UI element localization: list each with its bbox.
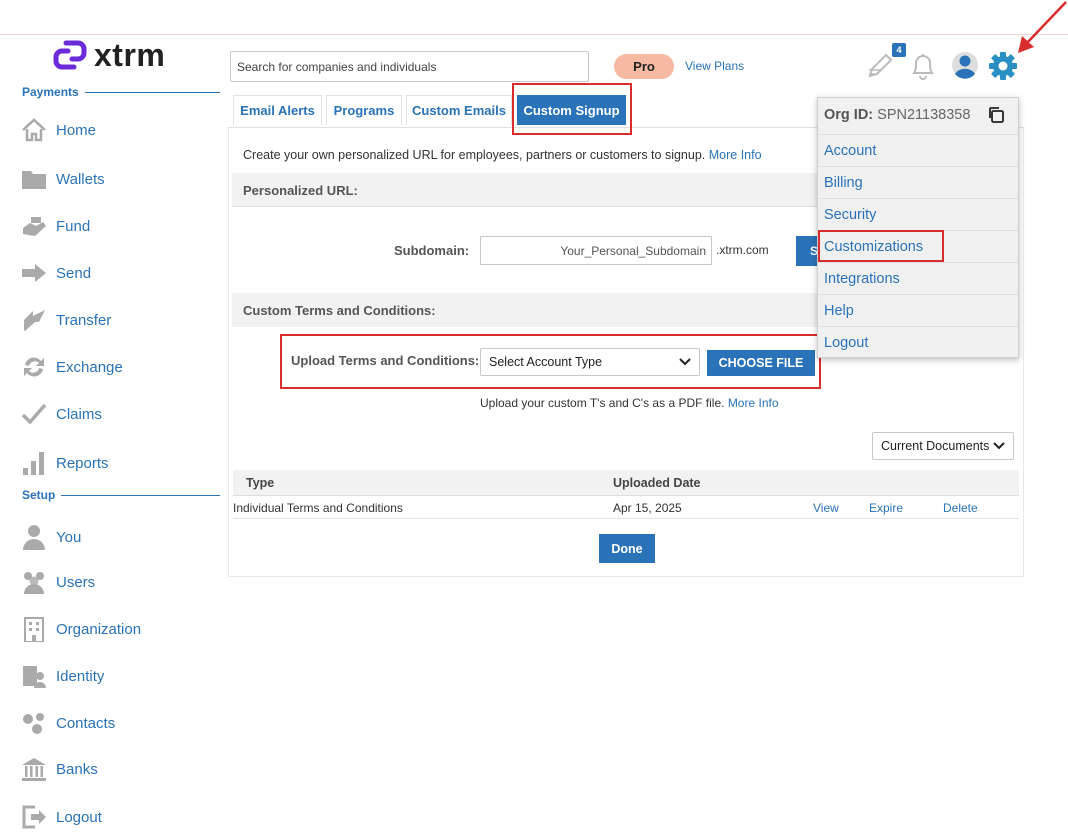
documents-filter-select[interactable]: Current Documents <box>872 432 1014 460</box>
view-plans-link[interactable]: View Plans <box>685 59 744 73</box>
bar-chart-icon <box>20 449 48 477</box>
annotation-arrow <box>1018 1 1067 53</box>
top-divider <box>0 34 1068 35</box>
done-button[interactable]: Done <box>599 534 655 563</box>
menu-item-customizations[interactable]: Customizations <box>818 230 1018 262</box>
menu-item-account[interactable]: Account <box>818 134 1018 166</box>
sidebar-item-identity[interactable]: Identity <box>20 662 104 690</box>
hand-money-icon <box>20 212 48 240</box>
menu-item-integrations[interactable]: Integrations <box>818 262 1018 294</box>
delete-document-link[interactable]: Delete <box>943 501 978 515</box>
notification-count-badge: 4 <box>892 43 906 57</box>
sidebar-item-organization[interactable]: Organization <box>20 615 141 643</box>
avatar-icon <box>952 52 978 79</box>
menu-item-help[interactable]: Help <box>818 294 1018 326</box>
users-icon <box>20 568 48 596</box>
notifications-button[interactable] <box>908 51 938 81</box>
tab-email-alerts[interactable]: Email Alerts <box>233 95 322 125</box>
building-icon <box>20 615 48 643</box>
chevron-down-icon <box>679 358 691 366</box>
sidebar-item-banks[interactable]: Banks <box>20 755 98 783</box>
brand-logo[interactable]: xtrm <box>52 39 165 71</box>
row-date: Apr 15, 2025 <box>613 501 682 515</box>
user-icon <box>20 523 48 551</box>
plan-badge: Pro <box>614 54 674 79</box>
bell-icon <box>912 54 934 80</box>
menu-item-billing[interactable]: Billing <box>818 166 1018 198</box>
more-info-link[interactable]: More Info <box>709 148 762 162</box>
profile-button[interactable] <box>951 51 979 79</box>
logout-icon <box>20 803 48 831</box>
upload-more-info-link[interactable]: More Info <box>728 396 779 410</box>
table-row-divider <box>233 518 1019 519</box>
arrow-right-icon <box>20 259 48 287</box>
exchange-icon <box>20 353 48 381</box>
choose-file-button[interactable]: CHOOSE FILE <box>707 350 815 376</box>
bank-icon <box>20 755 48 783</box>
home-icon <box>20 116 48 144</box>
folder-icon <box>20 165 48 193</box>
column-type: Type <box>246 476 275 490</box>
account-type-select[interactable]: Select Account Type <box>480 348 700 376</box>
sidebar-item-claims[interactable]: Claims <box>20 400 102 428</box>
sidebar-item-transfer[interactable]: Transfer <box>20 306 111 334</box>
expire-document-link[interactable]: Expire <box>869 501 903 515</box>
brand-name: xtrm <box>94 37 166 73</box>
view-document-link[interactable]: View <box>813 501 839 515</box>
sidebar-item-exchange[interactable]: Exchange <box>20 353 123 381</box>
upload-note: Upload your custom T's and C's as a PDF … <box>480 396 779 410</box>
sidebar-item-users[interactable]: Users <box>20 568 95 596</box>
signup-description: Create your own personalized URL for emp… <box>243 148 762 162</box>
sidebar-item-send[interactable]: Send <box>20 259 91 287</box>
sidebar-item-logout[interactable]: Logout <box>20 803 102 831</box>
chevron-down-icon <box>993 442 1005 450</box>
sidebar-item-wallets[interactable]: Wallets <box>20 165 105 193</box>
sidebar-item-reports[interactable]: Reports <box>20 449 109 477</box>
checkmark-icon <box>20 400 48 428</box>
sidebar-item-home[interactable]: Home <box>20 116 96 144</box>
transfer-arrow-icon <box>20 306 48 334</box>
row-type: Individual Terms and Conditions <box>233 501 403 515</box>
subdomain-label: Subdomain: <box>394 243 470 258</box>
contacts-icon <box>20 709 48 737</box>
subdomain-input[interactable] <box>480 236 712 265</box>
sidebar-section-payments: Payments <box>22 85 220 99</box>
sidebar-section-setup: Setup <box>22 488 220 502</box>
menu-item-logout[interactable]: Logout <box>818 326 1018 358</box>
tab-custom-signup[interactable]: Custom Signup <box>517 95 626 125</box>
sidebar-item-contacts[interactable]: Contacts <box>20 709 115 737</box>
copy-icon <box>989 107 1004 123</box>
column-uploaded-date: Uploaded Date <box>613 476 701 490</box>
subdomain-suffix: .xtrm.com <box>716 243 769 257</box>
identity-icon <box>20 662 48 690</box>
org-id: Org ID: SPN21138358 <box>824 107 971 123</box>
tab-custom-emails[interactable]: Custom Emails <box>406 95 512 125</box>
sidebar-item-fund[interactable]: Fund <box>20 212 90 240</box>
search-input[interactable] <box>230 51 589 82</box>
upload-terms-label: Upload Terms and Conditions: <box>291 353 480 368</box>
sidebar-item-you[interactable]: You <box>20 523 81 551</box>
menu-item-security[interactable]: Security <box>818 198 1018 230</box>
xtrm-logo-icon <box>53 40 87 70</box>
tab-programs[interactable]: Programs <box>326 95 402 125</box>
copy-org-id-button[interactable] <box>986 105 1006 125</box>
